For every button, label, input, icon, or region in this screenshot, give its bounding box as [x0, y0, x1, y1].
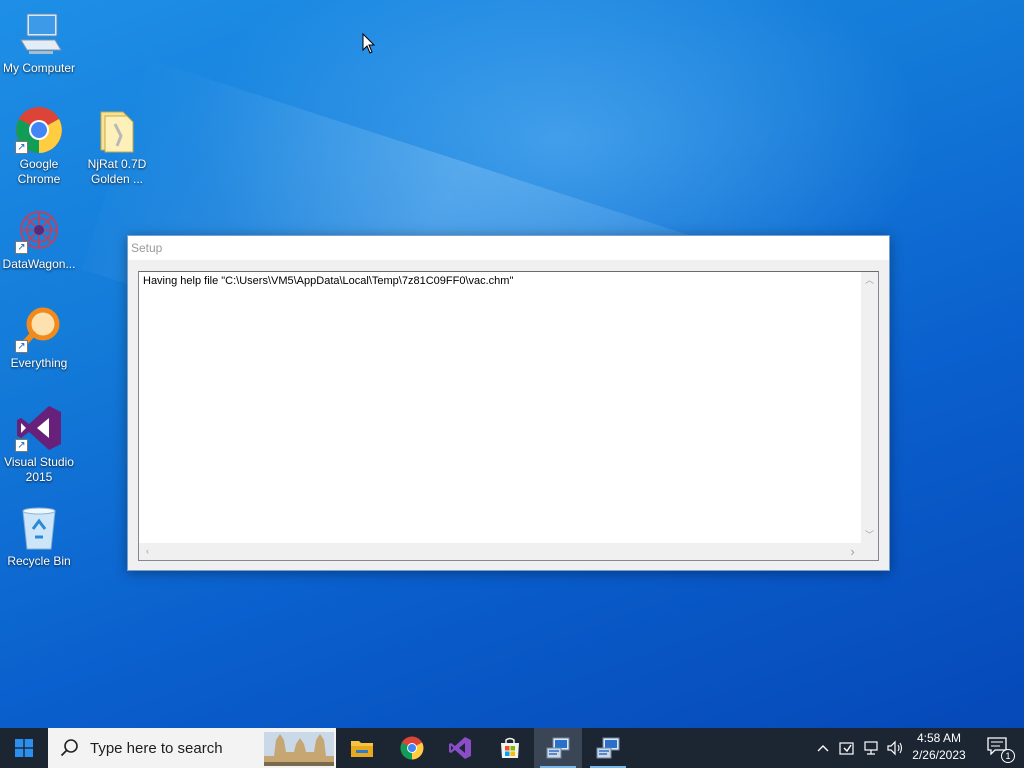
action-center-button[interactable]: 1 — [978, 728, 1018, 768]
icon-label: Golden ... — [90, 172, 144, 186]
shortcut-arrow-icon: ↗ — [15, 439, 28, 452]
scroll-up-icon[interactable]: ︿ — [861, 272, 878, 289]
icon-label: Everything — [10, 356, 68, 370]
security-shield-icon[interactable] — [836, 728, 858, 768]
desktop-icon-my-computer[interactable]: My Computer — [0, 10, 78, 76]
horizontal-scrollbar[interactable]: ‹ › — [139, 543, 861, 560]
scroll-corner — [861, 543, 878, 560]
clock-date: 2/26/2023 — [912, 748, 966, 762]
file-explorer-icon — [351, 741, 373, 757]
chrome-icon — [400, 736, 424, 760]
mouse-cursor-icon — [362, 32, 376, 60]
taskbar-setup-app-active[interactable] — [534, 728, 582, 768]
desktop-icon-everything[interactable]: ↗ Everything — [0, 305, 78, 371]
store-icon — [501, 737, 519, 758]
taskbar: Type here to search 4:58 AM 2/26/2023 1 — [0, 728, 1024, 768]
icon-label: Chrome — [17, 172, 61, 186]
taskbar-chrome[interactable] — [388, 728, 436, 768]
visual-studio-icon — [449, 737, 471, 759]
notification-count-badge: 1 — [1001, 749, 1015, 763]
recycle-bin-icon — [15, 503, 63, 551]
volume-icon[interactable] — [884, 728, 906, 768]
windows-logo-icon — [15, 739, 33, 757]
desktop-icon-datawagon[interactable]: ↗ DataWagon... — [0, 206, 78, 272]
taskbar-visual-studio[interactable] — [436, 728, 484, 768]
vertical-scrollbar[interactable]: ︿ ﹀ — [861, 272, 878, 544]
icon-label: NjRat 0.7D — [87, 157, 147, 171]
shortcut-arrow-icon: ↗ — [15, 141, 28, 154]
icon-label: My Computer — [2, 61, 76, 75]
scroll-right-icon[interactable]: › — [844, 543, 861, 560]
log-message: Having help file "C:\Users\VM5\AppData\L… — [143, 275, 514, 287]
search-icon — [60, 739, 78, 757]
log-text-area[interactable]: Having help file "C:\Users\VM5\AppData\L… — [138, 271, 879, 561]
taskbar-search-box[interactable]: Type here to search — [48, 728, 336, 768]
show-hidden-icons-chevron-icon[interactable] — [812, 728, 834, 768]
desktop-icon-njrat-folder[interactable]: NjRat 0.7D Golden ... — [78, 106, 156, 187]
shortcut-arrow-icon: ↗ — [15, 340, 28, 353]
shortcut-arrow-icon: ↗ — [15, 241, 28, 254]
icon-label: Google — [19, 157, 59, 171]
start-button[interactable] — [0, 728, 48, 768]
scroll-left-icon[interactable]: ‹ — [139, 543, 156, 560]
desktop-icon-google-chrome[interactable]: ↗ Google Chrome — [0, 106, 78, 187]
taskbar-setup-app[interactable] — [584, 728, 632, 768]
folder-icon — [93, 106, 141, 154]
taskbar-clock[interactable]: 4:58 AM 2/26/2023 — [908, 730, 970, 764]
visual-studio-icon: ↗ — [15, 404, 63, 452]
taskbar-microsoft-store[interactable] — [486, 728, 534, 768]
computer-icon — [15, 10, 63, 58]
desktop-icon-recycle-bin[interactable]: Recycle Bin — [0, 503, 78, 569]
datawagon-icon: ↗ — [15, 206, 63, 254]
search-highlight-image — [264, 732, 334, 766]
clock-time: 4:58 AM — [916, 731, 962, 745]
search-placeholder: Type here to search — [90, 739, 223, 757]
icon-label: Visual Studio — [4, 455, 74, 469]
chrome-icon: ↗ — [15, 106, 63, 154]
window-title: Setup — [128, 236, 889, 260]
setup-window[interactable]: Setup Having help file "C:\Users\VM5\App… — [127, 235, 890, 571]
icon-label: 2015 — [25, 470, 53, 484]
network-icon[interactable] — [860, 728, 882, 768]
everything-search-icon: ↗ — [15, 305, 63, 353]
desktop-icon-visual-studio[interactable]: ↗ Visual Studio 2015 — [0, 404, 78, 485]
icon-label: Recycle Bin — [7, 554, 71, 568]
setup-app-icon — [546, 737, 570, 759]
setup-app-icon — [596, 737, 620, 759]
scroll-down-icon[interactable]: ﹀ — [861, 527, 878, 544]
icon-label: DataWagon... — [2, 257, 76, 271]
taskbar-file-explorer[interactable] — [338, 728, 386, 768]
